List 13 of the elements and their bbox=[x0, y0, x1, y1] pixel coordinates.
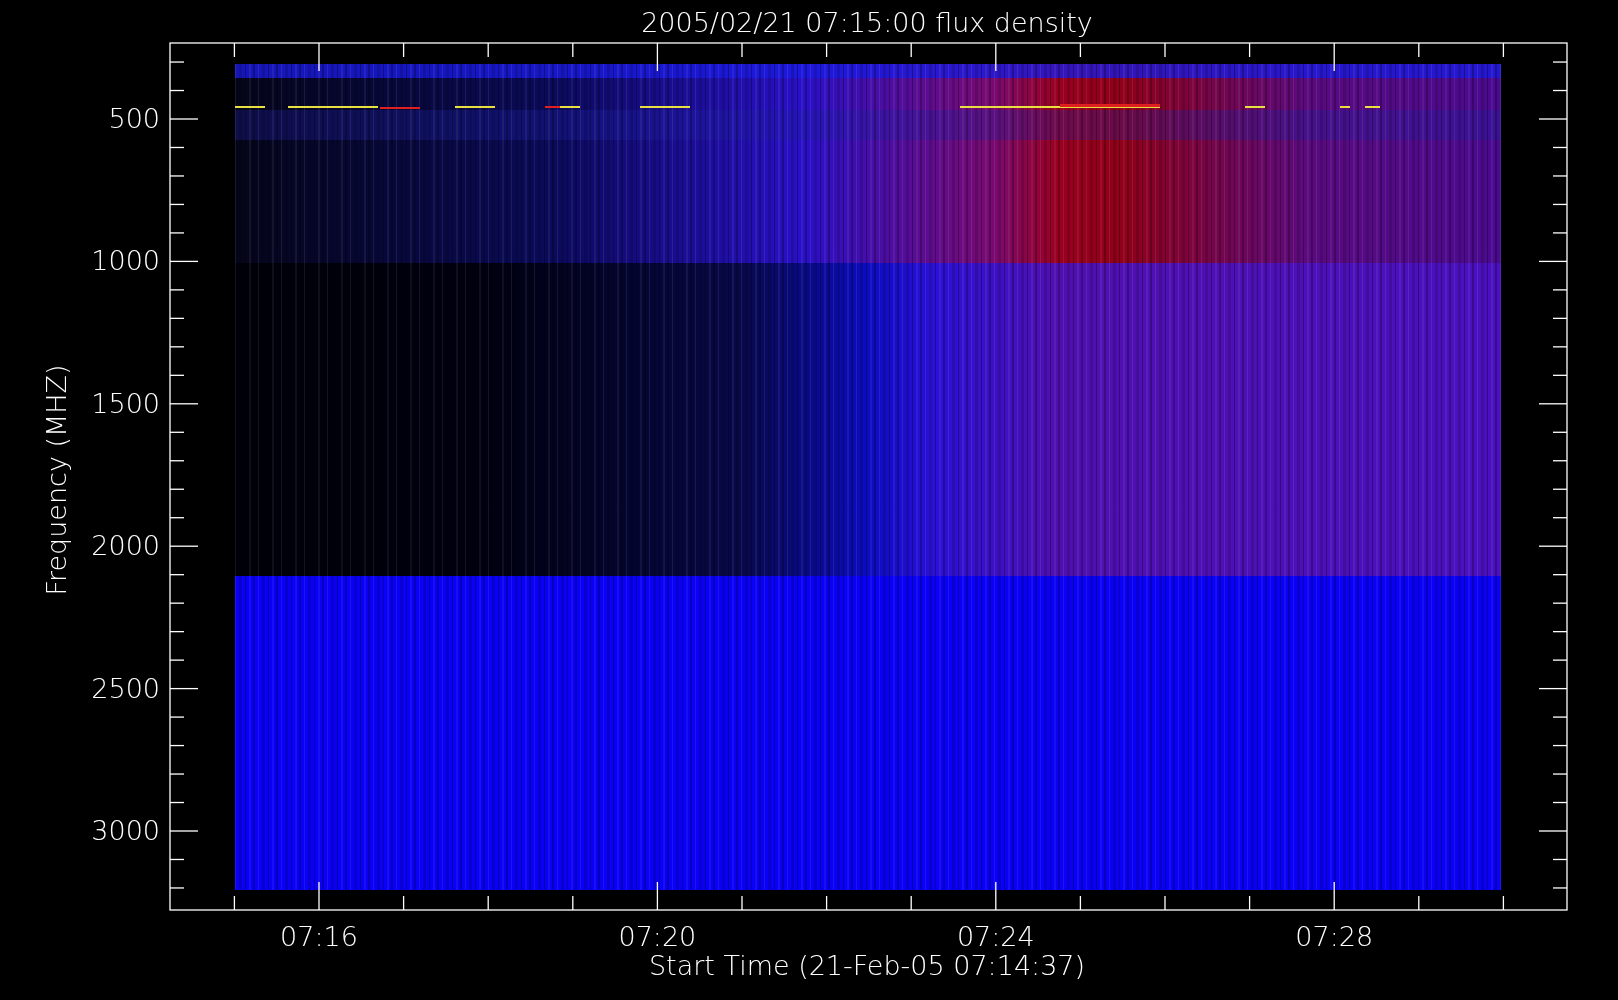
y-tick-label: 2000 bbox=[91, 530, 160, 562]
y-axis-title: Frequency (MHZ) bbox=[41, 364, 72, 596]
chart-title: 2005/02/21 07:15:00 flux density bbox=[641, 7, 1093, 38]
x-axis-title: Start Time (21-Feb-05 07:14:37) bbox=[648, 950, 1086, 981]
y-tick-label: 3000 bbox=[91, 815, 160, 846]
x-tick-label: 07:28 bbox=[1295, 921, 1374, 952]
x-tick-label: 07:16 bbox=[280, 921, 358, 952]
y-tick-label: 1500 bbox=[91, 387, 160, 419]
x-tick-label: 07:20 bbox=[618, 921, 697, 952]
y-tick-label: 2500 bbox=[91, 672, 160, 704]
y-tick-label: 1000 bbox=[91, 245, 160, 277]
y-tick-label: 500 bbox=[108, 103, 160, 134]
x-tick-label: 07:24 bbox=[956, 921, 1035, 952]
